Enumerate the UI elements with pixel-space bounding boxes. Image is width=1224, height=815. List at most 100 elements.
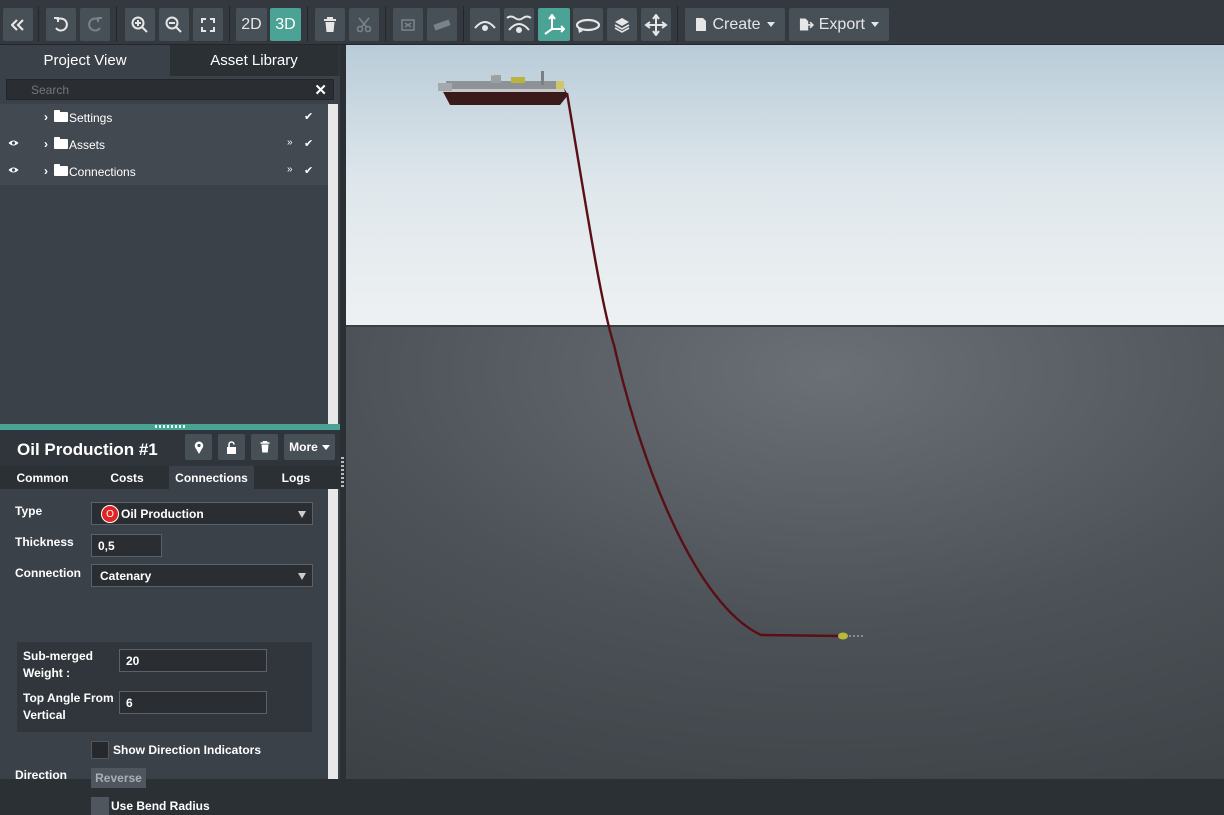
oil-production-badge-icon: O	[101, 505, 119, 523]
caret-down-icon	[871, 22, 879, 27]
surface-view-button[interactable]	[470, 8, 500, 41]
eye-icon[interactable]	[8, 139, 19, 147]
panel-tabs: Project View Asset Library	[0, 45, 340, 76]
connection-select[interactable]: Catenary	[91, 564, 313, 587]
frame-icon	[401, 18, 415, 31]
zoom-in-button[interactable]	[125, 8, 155, 41]
tree-item-label: Connections	[69, 165, 136, 179]
more-dropdown-button[interactable]: More	[284, 434, 335, 460]
scene-canvas[interactable]	[346, 45, 1224, 779]
grip-icon	[155, 425, 185, 428]
caret-down-icon	[766, 22, 775, 27]
toolbar-separator	[307, 6, 308, 42]
reverse-button[interactable]: Reverse	[91, 768, 146, 788]
view-3d-button[interactable]: 3D	[270, 8, 301, 41]
sea-floor	[346, 326, 1224, 779]
tree-item-connections[interactable]: › Connections » ✔	[0, 158, 328, 185]
properties-title: Oil Production #1	[17, 440, 158, 459]
collapse-panel-button[interactable]	[3, 8, 33, 41]
move-button[interactable]	[641, 8, 671, 41]
double-chevron-down-icon[interactable]: »	[287, 137, 293, 148]
search-input[interactable]	[7, 80, 297, 99]
direction-label: Direction	[15, 768, 68, 782]
check-icon[interactable]: ✔	[304, 137, 313, 150]
grip-icon	[341, 457, 344, 487]
check-icon[interactable]: ✔	[304, 164, 313, 177]
thickness-field[interactable]: 0,5	[91, 534, 162, 557]
folder-icon	[54, 164, 68, 176]
export-label: Export	[818, 15, 865, 33]
properties-scrollbar[interactable]	[328, 489, 338, 779]
rotate-icon	[575, 18, 601, 33]
tree-item-label: Assets	[69, 138, 106, 152]
fit-view-button[interactable]	[193, 8, 223, 41]
export-dropdown-button[interactable]: Export	[789, 8, 889, 41]
properties-tabs: Common Costs Connections Logs	[0, 466, 340, 489]
submerged-label-line2: Weight :	[23, 666, 71, 680]
close-icon[interactable]: ✕	[314, 81, 327, 99]
submerged-weight-field[interactable]: 20	[119, 649, 267, 672]
chevron-right-icon[interactable]: ›	[44, 137, 48, 151]
tab-costs[interactable]: Costs	[85, 466, 169, 489]
orbit-button[interactable]	[573, 8, 603, 41]
frame-button[interactable]	[393, 8, 423, 41]
toolbar-separator	[116, 6, 117, 42]
delete-item-button[interactable]	[251, 434, 278, 460]
type-value: Oil Production	[121, 507, 204, 521]
chevron-down-icon	[298, 511, 306, 518]
tree-item-settings[interactable]: › Settings ✔	[0, 104, 328, 131]
properties-header: Oil Production #1 More	[0, 430, 340, 466]
tree-scrollbar[interactable]	[328, 104, 338, 424]
left-panel: Project View Asset Library ✕ › Settings …	[0, 45, 340, 815]
caret-down-icon	[321, 444, 330, 450]
top-angle-label: Top Angle From Vertical	[23, 690, 114, 724]
undo-button[interactable]	[46, 8, 76, 41]
layers-icon	[614, 17, 630, 33]
folder-icon	[54, 137, 68, 149]
ruler-button[interactable]	[427, 8, 457, 41]
viewport-3d[interactable]	[346, 45, 1224, 779]
toolbar: 2D 3D Create Export	[0, 0, 1224, 45]
tab-asset-library[interactable]: Asset Library	[170, 45, 338, 76]
create-dropdown-button[interactable]: Create	[685, 8, 785, 41]
undo-icon	[54, 16, 68, 32]
eye-icon[interactable]	[8, 166, 19, 174]
view-2d-button[interactable]: 2D	[236, 8, 267, 41]
axes-button[interactable]	[538, 8, 570, 41]
check-icon[interactable]: ✔	[304, 110, 313, 123]
lock-button[interactable]	[218, 434, 245, 460]
catenary-settings: Sub-merged Weight : 20 Top Angle From Ve…	[17, 642, 312, 732]
toolbar-separator	[229, 6, 230, 42]
delete-button[interactable]	[315, 8, 345, 41]
chevron-right-icon[interactable]: ›	[44, 110, 48, 124]
use-bend-radius-checkbox[interactable]	[91, 797, 109, 815]
use-bend-radius-label: Use Bend Radius	[111, 799, 210, 813]
search-box: ✕	[6, 79, 334, 100]
top-angle-field[interactable]: 6	[119, 691, 267, 714]
cut-button[interactable]	[349, 8, 379, 41]
folder-icon	[54, 110, 68, 122]
tab-logs[interactable]: Logs	[254, 466, 338, 489]
map-marker-icon	[194, 441, 203, 454]
show-direction-label: Show Direction Indicators	[113, 743, 262, 757]
zoom-out-button[interactable]	[159, 8, 189, 41]
tab-connections[interactable]: Connections	[169, 466, 254, 489]
tree-item-label: Settings	[69, 111, 113, 125]
redo-button[interactable]	[80, 8, 110, 41]
more-label: More	[289, 440, 318, 454]
double-chevron-down-icon[interactable]: »	[287, 164, 293, 175]
toolbar-separator	[677, 6, 678, 42]
ruler-icon	[433, 18, 451, 31]
locate-button[interactable]	[185, 434, 212, 460]
chevron-right-icon[interactable]: ›	[44, 164, 48, 178]
tree-item-assets[interactable]: › Assets » ✔	[0, 131, 328, 158]
tab-common[interactable]: Common	[0, 466, 85, 489]
tab-project-view[interactable]: Project View	[0, 45, 170, 76]
type-select[interactable]: O Oil Production	[91, 502, 313, 525]
show-direction-checkbox[interactable]	[91, 741, 109, 759]
zoom-out-icon	[165, 16, 182, 33]
trash-icon	[324, 16, 336, 32]
eye-icon	[474, 20, 496, 31]
subsea-view-button[interactable]	[504, 8, 534, 41]
layers-button[interactable]	[607, 8, 637, 41]
